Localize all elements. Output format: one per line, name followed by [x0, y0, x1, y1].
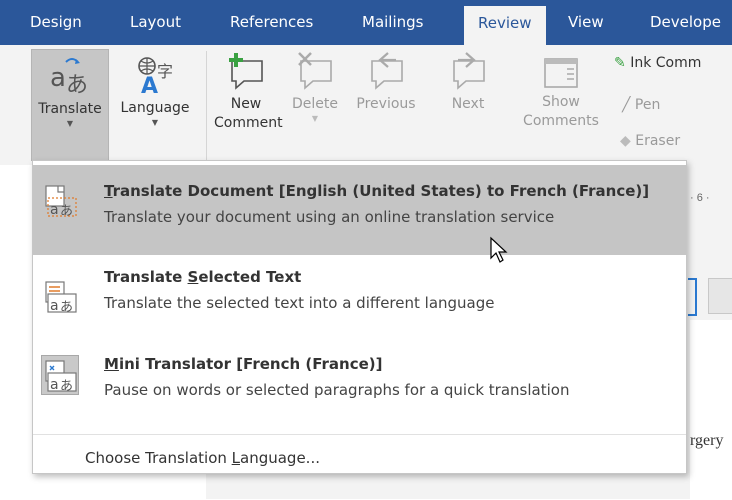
- show-comments-icon: [544, 58, 578, 88]
- svg-text:a: a: [50, 298, 59, 314]
- show-comments-label-2: Comments: [523, 113, 599, 129]
- translate-document-icon: a あ: [45, 185, 77, 218]
- ribbon: a あ Translate ▼ A 字 Language ▼ New Comme…: [0, 45, 732, 182]
- translate-button[interactable]: a あ Translate ▼: [31, 49, 109, 161]
- svg-text:a: a: [50, 63, 66, 93]
- menu-item-description: Translate the selected text into a diffe…: [104, 294, 495, 312]
- chevron-down-icon: ▼: [151, 118, 159, 127]
- delete-button[interactable]: Delete ▼: [282, 51, 348, 124]
- pen-icon: ╱: [622, 97, 631, 113]
- menu-item-translate-document[interactable]: a あ Translate Document [English (United …: [33, 165, 686, 255]
- pen-button[interactable]: ╱ Pen: [622, 97, 660, 113]
- previous-comment-button[interactable]: Previous: [350, 51, 422, 114]
- next-label: Next: [451, 96, 485, 112]
- new-comment-icon: [229, 53, 263, 90]
- ink-comment-label: Ink Comm: [630, 55, 702, 71]
- translate-selected-text-icon: a あ: [45, 281, 77, 314]
- svg-text:あ: あ: [60, 204, 73, 218]
- ink-comment-icon: ✎: [614, 55, 626, 71]
- svg-text:あ: あ: [60, 379, 73, 393]
- ribbon-tab-bar: Design Layout References Mailings Review…: [0, 0, 732, 45]
- new-comment-label-2: Comment: [214, 115, 283, 131]
- menu-item-title: Translate Document [English (United Stat…: [104, 182, 650, 200]
- language-button[interactable]: A 字 Language ▼: [112, 49, 198, 128]
- document-text: rgery: [690, 432, 724, 449]
- language-label: Language: [120, 100, 190, 116]
- chevron-down-icon: ▼: [66, 119, 74, 128]
- pen-label: Pen: [634, 97, 661, 113]
- eraser-button[interactable]: ◆ Eraser: [620, 133, 680, 149]
- svg-text:A: A: [141, 74, 158, 95]
- svg-text:字: 字: [157, 62, 173, 81]
- ruler: · 6 ·: [690, 192, 710, 204]
- mouse-pointer-icon: [490, 236, 508, 263]
- menu-item-choose-translation-language[interactable]: Choose Translation Language...: [85, 449, 320, 467]
- translate-label: Translate: [38, 101, 102, 117]
- menu-item-title: Translate Selected Text: [104, 268, 302, 286]
- svg-text:あ: あ: [60, 300, 73, 314]
- tab-review[interactable]: Review: [464, 6, 546, 45]
- new-comment-button[interactable]: New Comment: [214, 51, 283, 133]
- svg-text:あ: あ: [66, 73, 88, 96]
- doc-control: [708, 278, 732, 314]
- translate-icon: a あ: [50, 58, 88, 98]
- tab-layout[interactable]: Layout: [130, 0, 181, 45]
- ink-comment-button[interactable]: ✎ Ink Comm: [614, 55, 701, 71]
- mini-translator-icon: a あ: [45, 360, 77, 393]
- document-page: [690, 320, 732, 500]
- group-divider: [206, 51, 207, 161]
- eraser-icon: ◆: [620, 133, 631, 149]
- delete-label: Delete: [292, 96, 338, 112]
- previous-comment-icon: [371, 52, 403, 90]
- show-comments-label-1: Show: [542, 94, 580, 110]
- svg-text:a: a: [50, 377, 59, 393]
- tab-mailings[interactable]: Mailings: [362, 0, 423, 45]
- chevron-down-icon: ▼: [311, 114, 319, 123]
- menu-item-description: Pause on words or selected paragraphs fo…: [104, 381, 570, 399]
- menu-item-title: Mini Translator [French (France)]: [104, 355, 383, 373]
- tab-developer[interactable]: Develope: [650, 0, 721, 45]
- previous-label: Previous: [356, 96, 416, 112]
- tab-references[interactable]: References: [230, 0, 313, 45]
- menu-item-description: Translate your document using an online …: [104, 208, 555, 226]
- menu-divider: [33, 434, 686, 435]
- show-comments-button[interactable]: Show Comments: [516, 51, 606, 131]
- delete-comment-icon: [298, 52, 332, 90]
- eraser-label: Eraser: [635, 133, 681, 149]
- menu-item-mini-translator[interactable]: a あ Mini Translator [French (France)] Pa…: [33, 341, 686, 429]
- next-comment-icon: [453, 52, 485, 90]
- menu-item-translate-selected-text[interactable]: a あ Translate Selected Text Translate th…: [33, 255, 686, 343]
- next-comment-button[interactable]: Next: [440, 51, 496, 114]
- language-icon: A 字: [138, 57, 173, 99]
- translate-dropdown-menu: a あ Translate Document [English (United …: [32, 160, 687, 474]
- svg-text:a: a: [50, 202, 59, 218]
- new-comment-label-1: New: [230, 96, 262, 112]
- tab-design[interactable]: Design: [30, 0, 82, 45]
- doc-control: [688, 278, 697, 316]
- tab-view[interactable]: View: [568, 0, 604, 45]
